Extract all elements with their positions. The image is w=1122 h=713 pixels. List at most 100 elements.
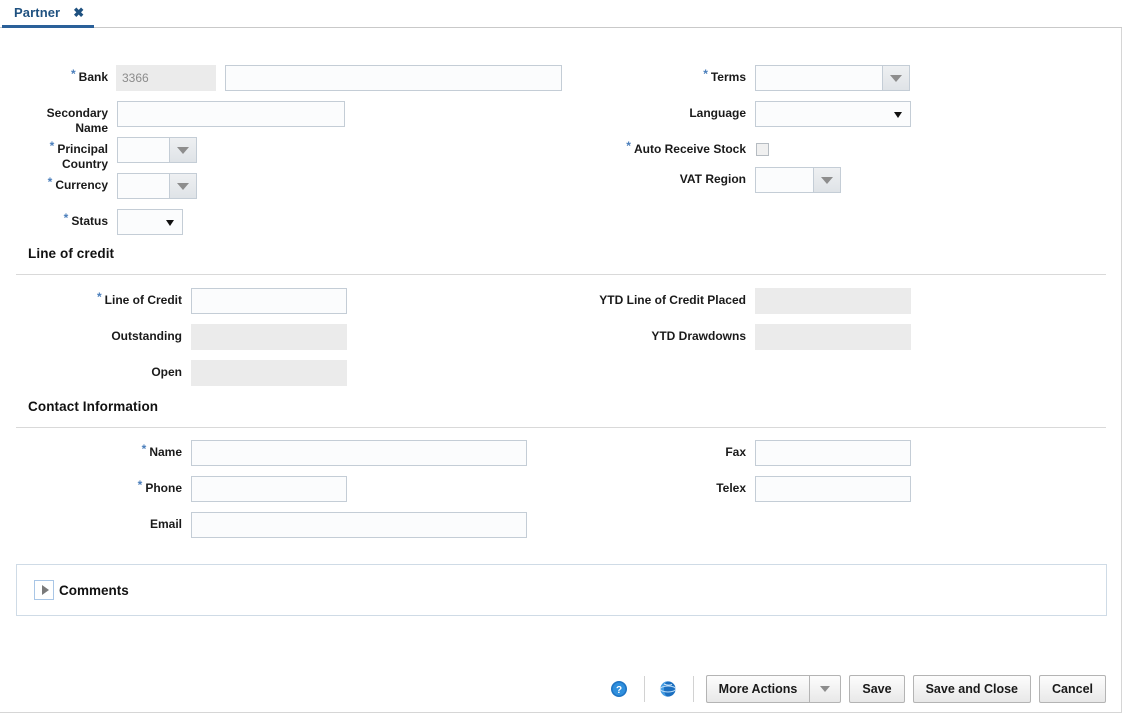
vat-region-lov[interactable] (755, 167, 841, 193)
contact-information-title: Contact Information (28, 399, 159, 414)
contact-information-divider (16, 427, 1106, 428)
required-indicator: * (96, 290, 102, 304)
field-terms: * Terms (640, 65, 910, 91)
field-currency: * Currency (38, 173, 197, 199)
field-email-label: Email (149, 517, 182, 531)
field-telex-label: Telex (716, 481, 746, 495)
field-principal-country-label: * Principal Country (49, 139, 108, 171)
field-language-label: Language (689, 106, 746, 120)
field-vat-region-label: VAT Region (679, 172, 746, 186)
phone-input[interactable] (191, 476, 347, 502)
required-indicator: * (49, 139, 55, 153)
footer-toolbar: ? More Actions Save Save and Close Cance… (0, 664, 1122, 713)
vat-region-dropdown-icon[interactable] (813, 167, 841, 193)
field-fax-label: Fax (725, 445, 746, 459)
field-currency-label: * Currency (47, 175, 108, 192)
principal-country-input[interactable] (117, 137, 169, 163)
field-status-label: * Status (63, 211, 108, 228)
currency-dropdown-icon[interactable] (169, 173, 197, 199)
toolbar-divider-2 (692, 675, 694, 702)
globe-icon[interactable] (657, 678, 679, 700)
required-indicator: * (70, 67, 76, 81)
cancel-button[interactable]: Cancel (1039, 674, 1106, 703)
name-input[interactable] (191, 440, 527, 466)
field-ytd-drawdowns: YTD Drawdowns (560, 324, 911, 350)
field-secondary-name: Secondary Name (33, 101, 345, 136)
field-ytd-drawdowns-label: YTD Drawdowns (651, 329, 746, 343)
status-select[interactable] (117, 209, 183, 235)
terms-lov[interactable] (755, 65, 910, 91)
field-phone-label: * Phone (137, 478, 182, 495)
field-line-of-credit-label: * Line of Credit (96, 290, 182, 307)
field-secondary-name-label: Secondary Name (46, 106, 108, 135)
required-indicator: * (703, 67, 708, 81)
vat-region-input[interactable] (755, 167, 813, 193)
chevron-down-icon[interactable] (809, 674, 842, 703)
terms-dropdown-icon[interactable] (882, 65, 910, 91)
bank-id-input[interactable] (116, 65, 216, 91)
required-indicator: * (141, 442, 147, 456)
save-button[interactable]: Save (849, 674, 905, 703)
close-icon[interactable]: ✖ (73, 6, 84, 19)
comments-label: Comments (59, 582, 129, 598)
field-bank: * Bank (60, 65, 562, 91)
currency-input[interactable] (117, 173, 169, 199)
required-indicator: * (47, 175, 53, 189)
field-terms-label: * Terms (703, 67, 746, 84)
field-ytd-line-of-credit-placed: YTD Line of Credit Placed (560, 288, 911, 314)
field-bank-label: * Bank (70, 67, 108, 84)
field-phone: * Phone (90, 476, 347, 502)
email-input[interactable] (191, 512, 527, 538)
principal-country-dropdown-icon[interactable] (169, 137, 197, 163)
field-vat-region: VAT Region (640, 167, 841, 193)
more-actions-button[interactable]: More Actions (705, 674, 810, 703)
line-of-credit-input[interactable] (191, 288, 347, 314)
svg-text:?: ? (616, 685, 622, 696)
line-of-credit-divider (16, 274, 1106, 275)
field-status: * Status (52, 209, 183, 235)
principal-country-lov[interactable] (117, 137, 197, 163)
outstanding-input[interactable] (191, 324, 347, 350)
required-indicator: * (63, 211, 69, 225)
triangle-right-icon[interactable] (34, 580, 54, 600)
tab-partner[interactable]: Partner ✖ (2, 0, 95, 28)
fax-input[interactable] (755, 440, 911, 466)
field-name-label: * Name (141, 442, 182, 459)
save-and-close-button[interactable]: Save and Close (912, 674, 1031, 703)
ytd-line-of-credit-placed-input[interactable] (755, 288, 911, 314)
language-select[interactable] (755, 101, 911, 127)
language-select-value (756, 102, 910, 107)
open-input[interactable] (191, 360, 347, 386)
help-icon[interactable]: ? (608, 678, 630, 700)
currency-lov[interactable] (117, 173, 197, 199)
ytd-drawdowns-input[interactable] (755, 324, 911, 350)
tab-partner-label: Partner (14, 5, 61, 20)
field-language: Language (640, 101, 911, 127)
more-actions-split-button[interactable]: More Actions (705, 674, 842, 703)
field-open-label: Open (151, 365, 182, 379)
field-outstanding-label: Outstanding (111, 329, 182, 343)
tab-bar: Partner ✖ (0, 0, 1122, 28)
application-window: Partner ✖ *Bank Secondary Name *Principa… (0, 0, 1122, 713)
field-email: Email (90, 512, 527, 538)
bank-name-input[interactable] (225, 65, 562, 91)
secondary-name-input[interactable] (117, 101, 345, 127)
line-of-credit-title: Line of credit (28, 246, 115, 261)
telex-input[interactable] (755, 476, 911, 502)
field-name: * Name (90, 440, 527, 466)
status-select-value (118, 210, 182, 215)
field-telex: Telex (560, 476, 911, 502)
field-line-of-credit: * Line of Credit (90, 288, 347, 314)
field-auto-receive-stock-label: * Auto Receive Stock (626, 139, 746, 156)
required-indicator: * (137, 478, 143, 492)
field-ytd-line-of-credit-placed-label: YTD Line of Credit Placed (599, 293, 746, 307)
auto-receive-stock-checkbox[interactable] (756, 143, 769, 156)
toolbar-divider (643, 675, 645, 702)
field-principal-country: * Principal Country (42, 137, 197, 172)
terms-input[interactable] (755, 65, 882, 91)
field-fax: Fax (560, 440, 911, 466)
field-outstanding: Outstanding (90, 324, 347, 350)
field-open: Open (90, 360, 347, 386)
field-auto-receive-stock: * Auto Receive Stock (620, 137, 769, 157)
comments-panel: Comments (16, 564, 1107, 616)
